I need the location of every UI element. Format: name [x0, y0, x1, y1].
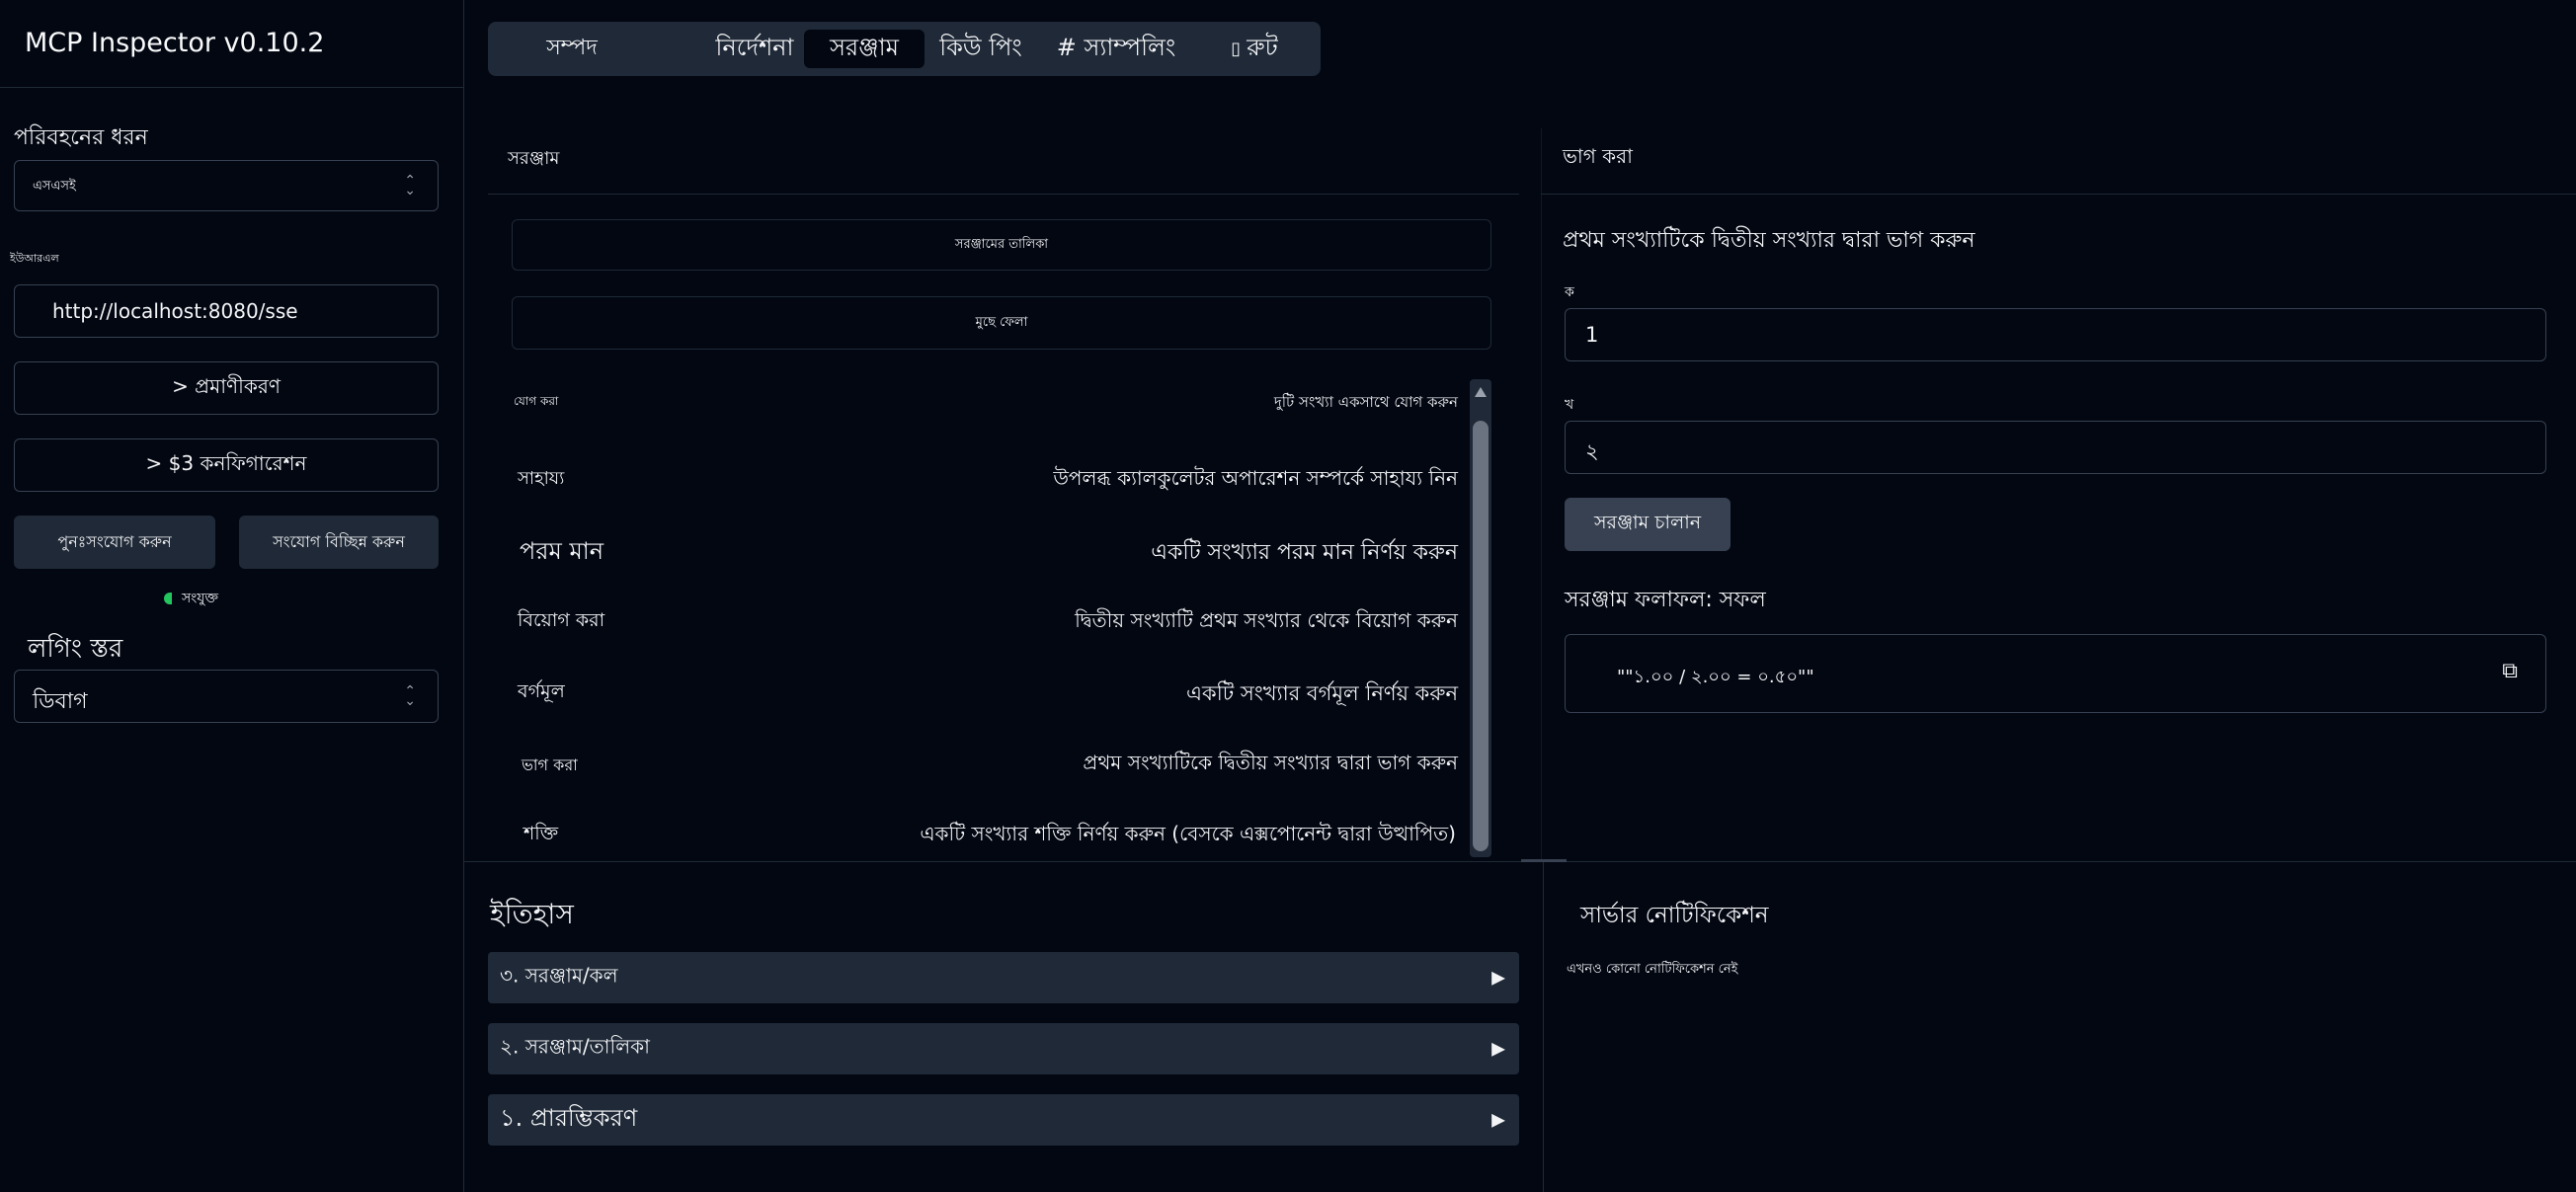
- authentication-label: > প্রমাণীকরণ: [172, 373, 281, 398]
- transport-type-label: পরিবহনের ধরন: [14, 125, 148, 150]
- tools-panel-divider: [488, 194, 1519, 195]
- history-item-label: ২. সরঞ্জাম/তালিকা: [500, 1034, 650, 1059]
- bottom-divider: [464, 861, 2576, 862]
- detail-panel-heading: ভাগ করা: [1563, 144, 1633, 168]
- tab-ping[interactable]: কিউ পিং: [934, 30, 1027, 68]
- chevron-updown-icon: ⌃ ⌄: [404, 173, 416, 199]
- tool-name: শক্তি: [523, 823, 559, 844]
- tab-tools[interactable]: সরঞ্জাম: [804, 30, 925, 68]
- url-input[interactable]: http://localhost:8080/sse: [14, 284, 439, 338]
- transport-type-value: এসএসই: [33, 179, 76, 194]
- status-dot-icon: [164, 593, 172, 604]
- authentication-toggle[interactable]: > প্রমাণীকরণ: [14, 361, 439, 415]
- tool-description-text: প্রথম সংখ্যাটিকে দ্বিতীয় সংখ্যার দ্বারা…: [1563, 228, 1975, 253]
- param-a-value: 1: [1585, 323, 1599, 347]
- chevron-updown-icon: ⌃ ⌄: [404, 683, 416, 709]
- logging-level-value: ডিবাগ: [33, 689, 88, 714]
- bottom-separator: [1543, 862, 1544, 1192]
- tool-result-label: সরঞ্জাম ফলাফল: সফল: [1565, 588, 1766, 612]
- tool-description: একটি সংখ্যার পরম মান নির্ণয় করুন: [1151, 540, 1458, 565]
- notifications-empty-text: এখনও কোনো নোটিফিকেশন নেই: [1567, 962, 1738, 977]
- disconnect-button[interactable]: সংযোগ বিচ্ছিন্ন করুন: [239, 516, 439, 569]
- expand-arrow-icon: ▶: [1491, 1109, 1505, 1131]
- run-tool-button[interactable]: সরঞ্জাম চালান: [1565, 498, 1731, 551]
- transport-type-select[interactable]: এসএসই ⌃ ⌄: [14, 160, 439, 211]
- sidebar-divider: [0, 87, 464, 88]
- param-b-input[interactable]: ২: [1565, 421, 2546, 474]
- tab-sampling[interactable]: # স্যাম্পলিং: [1047, 30, 1185, 68]
- param-b-value: ২: [1585, 439, 1599, 463]
- url-label: ইউআরএল: [10, 252, 59, 265]
- tool-description: দ্বিতীয় সংখ্যাটি প্রথম সংখ্যার থেকে বিয…: [1075, 608, 1458, 632]
- tool-name: যোগ করা: [514, 394, 559, 408]
- history-item-label: ১. প্রারম্ভিকরণ: [500, 1104, 638, 1132]
- tool-name: বর্গমূল: [518, 680, 565, 702]
- resize-handle[interactable]: [1521, 859, 1567, 862]
- tool-description: প্রথম সংখ্যাটিকে দ্বিতীয় সংখ্যার দ্বারা…: [1083, 751, 1458, 774]
- tab-resources[interactable]: সম্পদ: [506, 30, 638, 68]
- history-item[interactable]: ২. সরঞ্জাম/তালিকা ▶: [488, 1023, 1519, 1074]
- panel-separator: [1541, 128, 1542, 861]
- url-value: http://localhost:8080/sse: [52, 299, 298, 323]
- copy-icon[interactable]: ⧉: [2502, 659, 2518, 683]
- configuration-toggle[interactable]: > $3 কনফিগারেশন: [14, 438, 439, 492]
- connection-status: সংযুক্ত: [164, 587, 218, 610]
- clear-tools-button[interactable]: মুছে ফেলা: [512, 296, 1491, 350]
- reconnect-button[interactable]: পুনঃসংযোগ করুন: [14, 516, 215, 569]
- detail-panel-divider: [1541, 194, 2576, 195]
- configuration-label: > $3 কনফিগারেশন: [145, 450, 307, 475]
- scroll-up-icon[interactable]: [1475, 387, 1487, 397]
- tool-name: পরম মান: [520, 537, 604, 565]
- logging-level-label: লগিং স্তর: [28, 634, 123, 664]
- tab-bar: সম্পদ নির্দেশনা সরঞ্জাম কিউ পিং # স্যাম্…: [488, 22, 1321, 76]
- history-item[interactable]: ৩. সরঞ্জাম/কল ▶: [488, 952, 1519, 1003]
- tool-description: দুটি সংখ্যা একসাথে যোগ করুন: [1273, 393, 1458, 411]
- status-text: সংযুক্ত: [182, 591, 218, 606]
- tools-scrollbar[interactable]: [1470, 379, 1491, 857]
- roots-icon: ▯: [1231, 39, 1242, 59]
- sidebar: MCP Inspector v0.10.2 পরিবহনের ধরন এসএসই…: [0, 0, 464, 1192]
- tab-roots[interactable]: ▯ রুট: [1205, 30, 1304, 68]
- tool-result-box: ""১.০০ / ২.০০ = ০.৫০"" ⧉: [1565, 634, 2546, 713]
- tool-name: সাহায্য: [518, 468, 565, 489]
- tool-name: ভাগ করা: [522, 755, 578, 774]
- tools-panel-heading: সরঞ্জাম: [508, 148, 560, 169]
- param-a-input[interactable]: 1: [1565, 308, 2546, 361]
- history-item-label: ৩. সরঞ্জাম/কল: [500, 963, 618, 988]
- tab-roots-label: রুট: [1247, 33, 1278, 61]
- expand-arrow-icon: ▶: [1491, 967, 1505, 989]
- tool-result-value: ""১.০০ / ২.০০ = ০.৫০"": [1617, 667, 1814, 687]
- app-title: MCP Inspector v0.10.2: [25, 28, 325, 58]
- tool-description: উপলব্ধ ক্যালকুলেটর অপারেশন সম্পর্কে সাহা…: [1053, 466, 1458, 490]
- notifications-heading: সার্ভার নোটিফিকেশন: [1580, 903, 1769, 928]
- expand-arrow-icon: ▶: [1491, 1038, 1505, 1060]
- tool-description: একটি সংখ্যার শক্তি নির্ণয় করুন (বেসকে এ…: [920, 822, 1456, 845]
- tool-description: একটি সংখ্যার বর্গমূল নির্ণয় করুন: [1186, 681, 1458, 705]
- tool-name: বিয়োগ করা: [518, 609, 605, 631]
- history-heading: ইতিহাস: [490, 898, 574, 930]
- param-b-label: খ: [1565, 397, 1574, 413]
- param-a-label: ক: [1565, 284, 1574, 300]
- main-area: [464, 0, 2576, 1192]
- list-tools-button[interactable]: সরঞ্জামের তালিকা: [512, 219, 1491, 271]
- logging-level-select[interactable]: ডিবাগ ⌃ ⌄: [14, 670, 439, 723]
- history-item[interactable]: ১. প্রারম্ভিকরণ ▶: [488, 1094, 1519, 1146]
- scroll-thumb[interactable]: [1473, 421, 1489, 851]
